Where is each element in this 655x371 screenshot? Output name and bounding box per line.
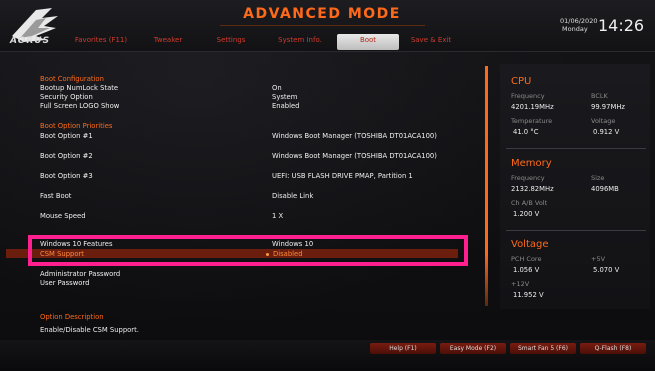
- setting-value: UEFI: USB FLASH DRIVE PMAP, Partition 1: [272, 172, 413, 180]
- tab-boot[interactable]: Boot: [337, 34, 399, 50]
- setting-user-password[interactable]: User Password: [40, 279, 89, 287]
- section-boot-configuration: Boot Configuration: [40, 75, 104, 83]
- section-boot-option-priorities: Boot Option Priorities: [40, 122, 113, 130]
- callout-highlight-box: [28, 235, 468, 266]
- setting-value: Windows Boot Manager (TOSHIBA DT01ACA100…: [272, 132, 437, 140]
- option-description-heading: Option Description: [40, 313, 104, 321]
- time-display: 14:26: [598, 16, 645, 35]
- plus5v-label: +5V: [591, 255, 606, 263]
- setting-label: Boot Option #3: [40, 172, 93, 180]
- pch-core-label: PCH Core: [511, 255, 542, 263]
- setting-value: Disable Link: [272, 192, 314, 200]
- setting-boot-option-1[interactable]: Boot Option #1 Windows Boot Manager (TOS…: [40, 132, 437, 140]
- plus12v-value: 11.952 V: [513, 291, 544, 299]
- plus12v-label: +12V: [511, 280, 530, 288]
- cpu-voltage-value: 0.912 V: [593, 128, 620, 136]
- setting-value: On: [272, 84, 282, 92]
- bios-screen: AORUS ADVANCED MODE Favorites (F11) Twea…: [0, 0, 655, 371]
- memory-volt-label: Ch A/B Volt: [511, 199, 548, 207]
- cpu-bclk-label: BCLK: [591, 92, 608, 100]
- voltage-title: Voltage: [511, 239, 549, 250]
- setting-value: Enabled: [272, 102, 300, 110]
- panel-divider: [506, 148, 646, 149]
- setting-boot-option-3[interactable]: Boot Option #3 UEFI: USB FLASH DRIVE PMA…: [40, 172, 413, 180]
- panel-divider: [506, 230, 646, 231]
- setting-label: Boot Option #1: [40, 132, 93, 140]
- weekday-text: Monday: [562, 25, 588, 33]
- option-description-text: Enable/Disable CSM Support.: [40, 326, 139, 334]
- memory-frequency-label: Frequency: [511, 174, 545, 182]
- smart-fan-button[interactable]: Smart Fan 5 (F6): [510, 343, 576, 354]
- hardware-monitor-panel: CPU Frequency BCLK 4201.19MHz 99.97MHz T…: [500, 64, 650, 309]
- setting-label: Bootup NumLock State: [40, 84, 119, 92]
- boot-settings-panel: Boot Configuration Bootup NumLock State …: [30, 68, 470, 308]
- setting-label: Security Option: [40, 93, 93, 101]
- tab-favorites[interactable]: Favorites (F11): [65, 34, 137, 50]
- help-button[interactable]: Help (F1): [370, 343, 436, 354]
- tab-save-exit[interactable]: Save & Exit: [399, 34, 463, 50]
- setting-label: Boot Option #2: [40, 152, 93, 160]
- setting-value: Windows Boot Manager (TOSHIBA DT01ACA100…: [272, 152, 437, 160]
- plus5v-value: 5.070 V: [593, 266, 620, 274]
- top-bar: AORUS ADVANCED MODE Favorites (F11) Twea…: [0, 0, 655, 52]
- setting-label: Administrator Password: [40, 270, 121, 278]
- setting-administrator-password[interactable]: Administrator Password: [40, 270, 120, 278]
- cpu-title: CPU: [511, 76, 532, 87]
- setting-mouse-speed[interactable]: Mouse Speed 1 X: [40, 212, 283, 220]
- cpu-voltage-label: Voltage: [591, 117, 616, 125]
- scrollbar[interactable]: [485, 66, 488, 306]
- cpu-bclk-value: 99.97MHz: [591, 103, 626, 111]
- date-text: 01/06/2020: [560, 17, 598, 25]
- tab-bar: Favorites (F11) Tweaker Settings System …: [65, 34, 463, 50]
- memory-volt-value: 1.200 V: [513, 210, 540, 218]
- memory-size-value: 4096MB: [591, 185, 619, 193]
- setting-full-screen-logo[interactable]: Full Screen LOGO Show Enabled: [40, 102, 299, 110]
- page-title: ADVANCED MODE: [243, 6, 401, 22]
- setting-label: Full Screen LOGO Show: [40, 102, 120, 110]
- brand-logo-text: AORUS: [10, 36, 51, 46]
- tab-tweaker[interactable]: Tweaker: [137, 34, 199, 50]
- memory-title: Memory: [511, 158, 552, 169]
- tab-system-info[interactable]: System Info.: [263, 34, 337, 50]
- setting-fast-boot[interactable]: Fast Boot Disable Link: [40, 192, 313, 200]
- cpu-temperature-value: 41.0 °C: [513, 128, 539, 136]
- setting-label: User Password: [40, 279, 90, 287]
- pch-core-value: 1.056 V: [513, 266, 540, 274]
- date-display: 01/06/2020 Monday: [560, 17, 597, 33]
- setting-value: 1 X: [272, 212, 284, 220]
- setting-label: Fast Boot: [40, 192, 72, 200]
- setting-label: Mouse Speed: [40, 212, 86, 220]
- memory-size-label: Size: [591, 174, 605, 182]
- easy-mode-button[interactable]: Easy Mode (F2): [440, 343, 506, 354]
- setting-boot-option-2[interactable]: Boot Option #2 Windows Boot Manager (TOS…: [40, 152, 437, 160]
- cpu-temperature-label: Temperature: [511, 117, 553, 125]
- cpu-frequency-value: 4201.19MHz: [511, 103, 554, 111]
- memory-frequency-value: 2132.82MHz: [511, 185, 554, 193]
- setting-security-option[interactable]: Security Option System: [40, 93, 297, 101]
- cpu-frequency-label: Frequency: [511, 92, 545, 100]
- setting-numlock-state[interactable]: Bootup NumLock State On: [40, 84, 282, 92]
- tab-settings[interactable]: Settings: [199, 34, 263, 50]
- q-flash-button[interactable]: Q-Flash (F8): [580, 343, 646, 354]
- setting-value: System: [272, 93, 298, 101]
